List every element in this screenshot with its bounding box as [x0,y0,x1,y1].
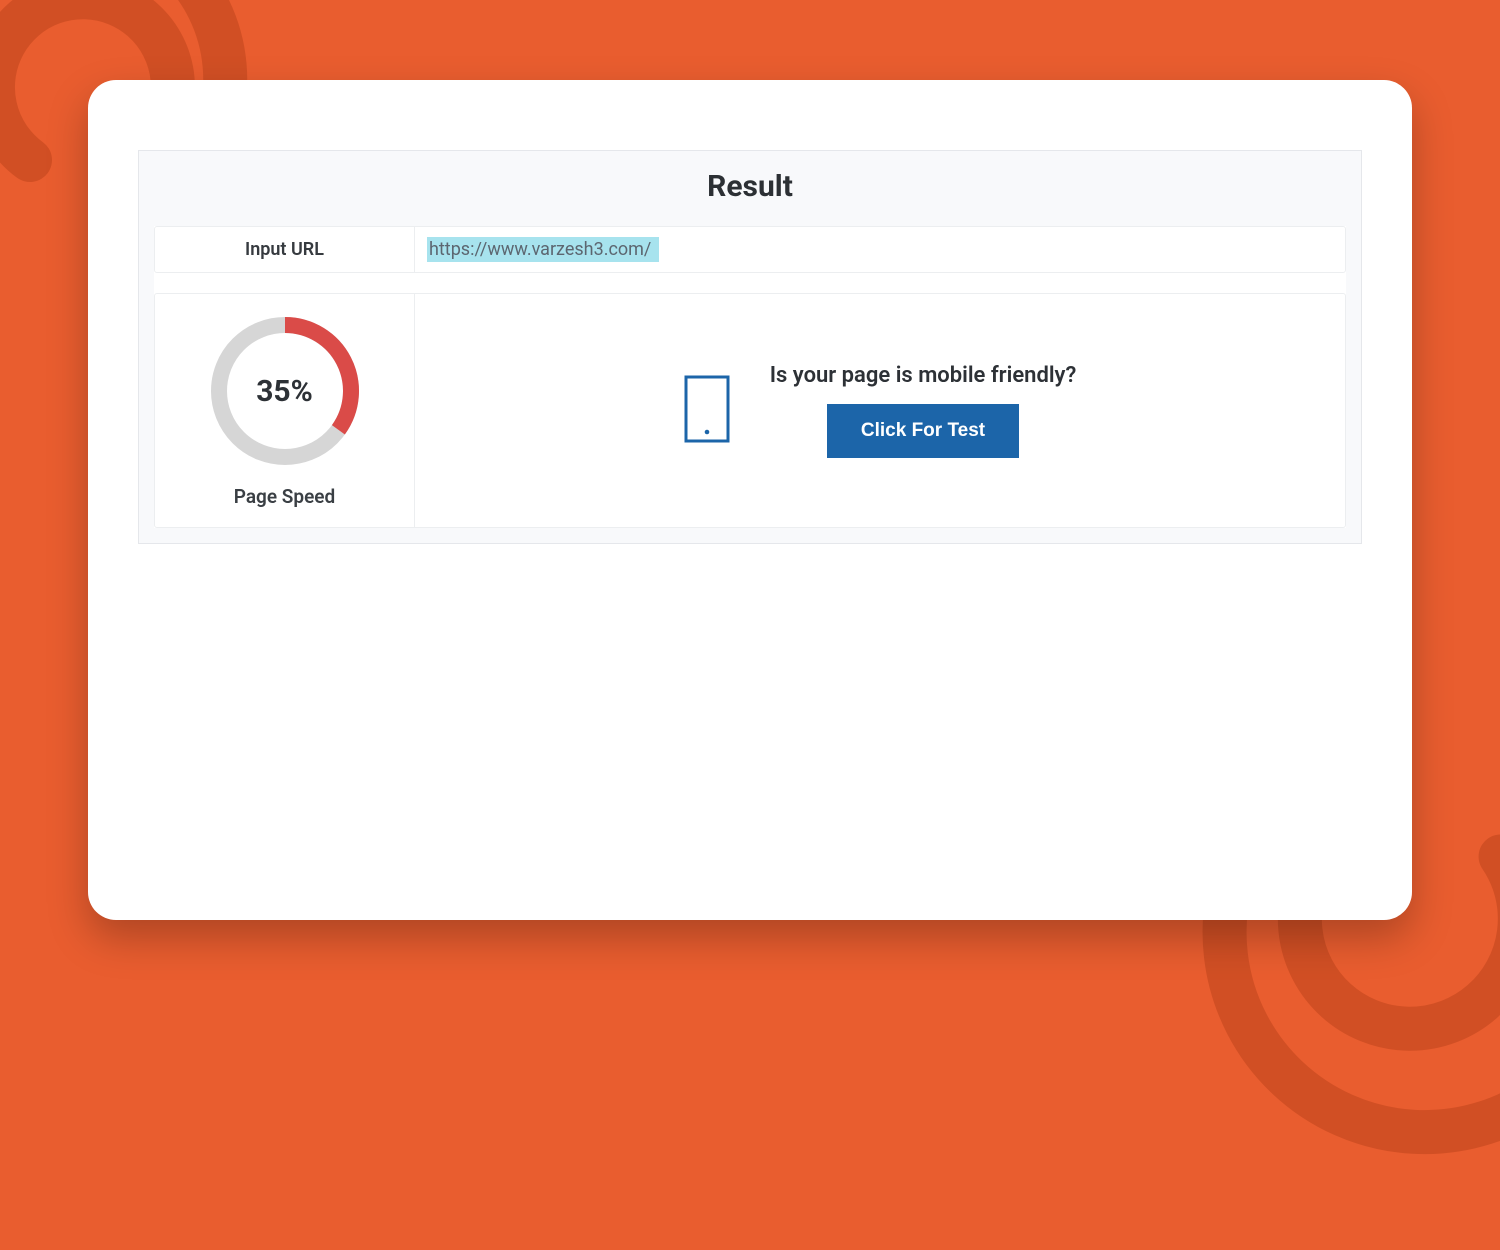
result-body: Input URL https://www.varzesh3.com/ 35% [154,226,1346,528]
page-speed-cell: 35% Page Speed [155,294,415,527]
page-speed-gauge: 35% [207,313,363,469]
input-url-row: Input URL https://www.varzesh3.com/ [154,226,1346,273]
mobile-text-group: Is your page is mobile friendly? Click F… [770,363,1077,458]
page-speed-label: Page Speed [234,485,335,508]
input-url-label: Input URL [245,239,324,260]
input-url-value[interactable]: https://www.varzesh3.com/ [427,237,659,262]
page-speed-percent: 35% [207,313,363,469]
mobile-test-button[interactable]: Click For Test [827,404,1019,458]
mobile-friendly-question: Is your page is mobile friendly? [770,363,1077,388]
mobile-friendly-cell: Is your page is mobile friendly? Click F… [415,294,1345,527]
mobile-device-icon [684,375,730,447]
input-url-value-cell: https://www.varzesh3.com/ [415,227,1345,272]
metrics-row: 35% Page Speed Is your page is mobile fr… [154,293,1346,528]
main-card: Result Input URL https://www.varzesh3.co… [88,80,1412,920]
input-url-label-cell: Input URL [155,227,415,272]
result-title: Result [139,151,1361,226]
result-panel: Result Input URL https://www.varzesh3.co… [138,150,1362,544]
